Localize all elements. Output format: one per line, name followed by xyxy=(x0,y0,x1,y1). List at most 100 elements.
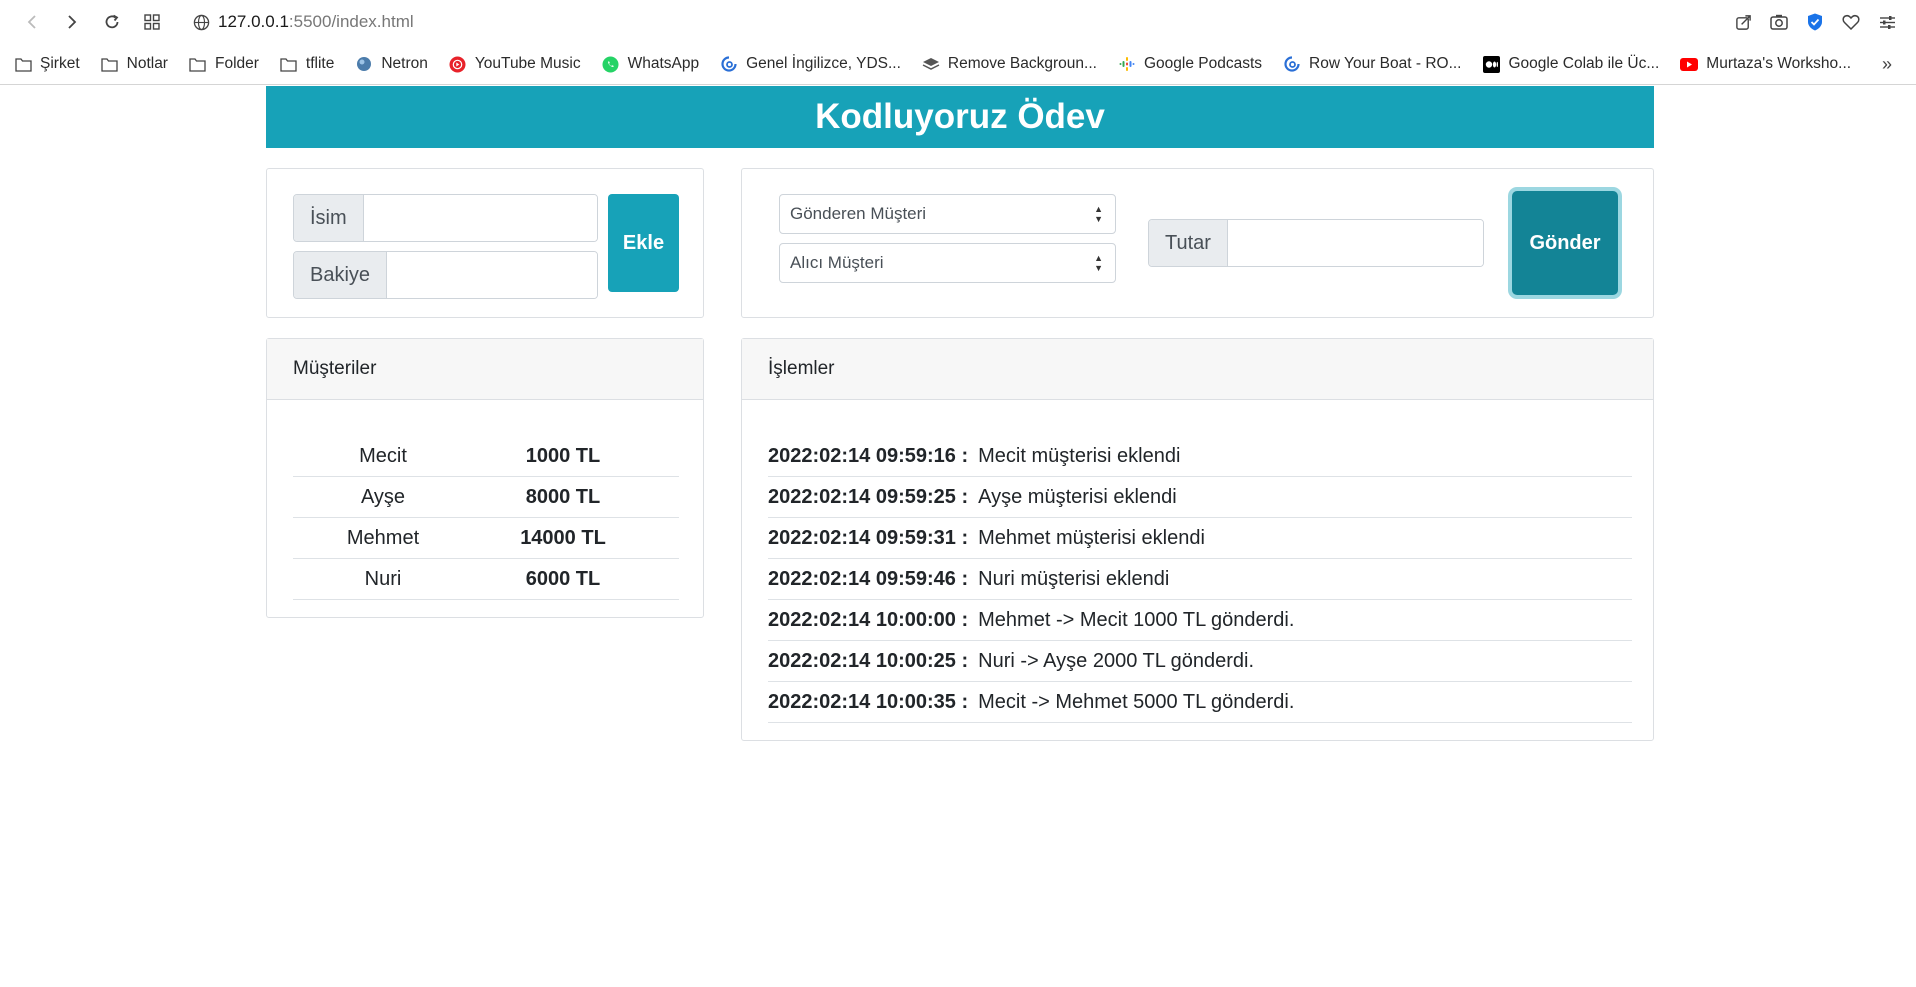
transaction-text: Nuri müşterisi eklendi xyxy=(978,567,1170,590)
folder-icon xyxy=(189,55,207,73)
netron-icon xyxy=(355,55,373,73)
balance-input[interactable] xyxy=(387,252,597,298)
name-input-group: İsim xyxy=(293,194,598,242)
customer-row: Mehmet 14000 TL xyxy=(293,518,679,559)
heart-icon[interactable] xyxy=(1840,11,1862,33)
bookmark-label: WhatsApp xyxy=(627,55,700,72)
settings-sliders-icon[interactable] xyxy=(1876,11,1898,33)
select-caret-icon: ▲ ▼ xyxy=(1094,204,1103,224)
grid-icon xyxy=(144,14,160,30)
balance-label: Bakiye xyxy=(294,252,388,298)
medium-icon xyxy=(1483,55,1501,73)
bookmark-item[interactable]: Notlar xyxy=(101,55,168,73)
browser-toolbar: 127.0.0.1:5500/index.html xyxy=(0,0,1916,44)
back-arrow-icon xyxy=(27,15,36,29)
forward-button[interactable] xyxy=(52,6,92,38)
name-label: İsim xyxy=(294,195,364,241)
transaction-timestamp: 2022:02:14 09:59:16 : xyxy=(768,444,969,467)
transaction-timestamp: 2022:02:14 09:59:31 : xyxy=(768,526,969,549)
camera-icon[interactable] xyxy=(1768,11,1790,33)
customers-card: Müşteriler Mecit 1000 TL Ayşe 8000 TL Mehmet… xyxy=(266,338,704,618)
bookmark-item[interactable]: Google Podcasts xyxy=(1118,55,1262,73)
customer-row: Ayşe 8000 TL xyxy=(293,477,679,518)
back-button[interactable] xyxy=(12,6,52,38)
site-icon xyxy=(720,55,738,73)
customer-balance: 8000 TL xyxy=(525,485,601,508)
bookmark-label: Remove Backgroun... xyxy=(947,55,1097,72)
transaction-row: 2022:02:14 09:59:46 : Nuri müşterisi ekle… xyxy=(768,559,1632,600)
bookmark-item[interactable]: Murtaza's Worksho... xyxy=(1680,55,1851,73)
bookmark-label: Google Colab ile Üc... xyxy=(1508,55,1660,72)
customer-name: Ayşe xyxy=(360,485,406,508)
bookmark-label: Row Your Boat - RO... xyxy=(1309,55,1462,72)
balance-input-group: Bakiye xyxy=(293,251,598,299)
transactions-header: İşlemler xyxy=(742,339,1653,400)
customer-row: Mecit 1000 TL xyxy=(293,436,679,477)
share-icon[interactable] xyxy=(1732,11,1754,33)
transaction-text: Mecit müşterisi eklendi xyxy=(978,444,1181,467)
bookmark-item[interactable]: Folder xyxy=(189,55,259,73)
bookmark-label: YouTube Music xyxy=(474,55,581,72)
bookmark-item[interactable]: Genel İngilizce, YDS... xyxy=(720,55,901,73)
select-caret-icon: ▲ ▼ xyxy=(1094,253,1103,273)
name-input[interactable] xyxy=(363,195,597,241)
podcasts-icon xyxy=(1118,55,1136,73)
bookmark-item[interactable]: Şirket xyxy=(14,55,80,73)
amount-input[interactable] xyxy=(1227,220,1483,266)
add-customer-button[interactable]: Ekle xyxy=(608,194,679,292)
amount-input-group: Tutar xyxy=(1148,219,1484,267)
address-bar[interactable]: 127.0.0.1:5500/index.html xyxy=(184,12,414,32)
transaction-row: 2022:02:14 10:00:00 : Mehmet -> Mecit 100… xyxy=(768,600,1632,641)
transaction-timestamp: 2022:02:14 10:00:25 : xyxy=(768,649,969,672)
customers-table: Mecit 1000 TL Ayşe 8000 TL Mehmet 14000 TL Nur… xyxy=(293,436,679,600)
bookmark-label: Murtaza's Worksho... xyxy=(1706,55,1852,72)
url-path: :5500/index.html xyxy=(288,12,414,31)
bookmark-item[interactable]: Remove Backgroun... xyxy=(922,55,1097,73)
receiver-select[interactable]: Alıcı Müşteri ▲ ▼ xyxy=(779,243,1116,283)
bookmark-label: Şirket xyxy=(40,55,80,72)
more-bookmarks-icon[interactable]: » xyxy=(1882,54,1902,75)
site-icon xyxy=(1283,55,1301,73)
customer-name: Mecit xyxy=(359,444,407,467)
bookmark-item[interactable]: Netron xyxy=(355,55,428,73)
sender-select-value: Gönderen Müşteri xyxy=(790,204,927,223)
bookmark-label: Genel İngilizce, YDS... xyxy=(746,55,901,72)
folder-icon xyxy=(280,55,298,73)
bookmark-item[interactable]: YouTube Music xyxy=(449,55,581,73)
bookmark-item[interactable]: WhatsApp xyxy=(602,55,700,73)
url-host: 127.0.0.1 xyxy=(218,12,289,31)
sender-select[interactable]: Gönderen Müşteri ▲ ▼ xyxy=(779,194,1116,234)
bookmark-item[interactable]: Google Colab ile Üc... xyxy=(1483,55,1660,73)
customer-balance: 1000 TL xyxy=(525,444,601,467)
reload-button[interactable] xyxy=(92,6,132,38)
send-button[interactable]: Gönder xyxy=(1512,191,1618,295)
shield-icon[interactable] xyxy=(1804,11,1826,33)
customers-header: Müşteriler xyxy=(267,339,703,400)
transaction-text: Mehmet müşterisi eklendi xyxy=(978,526,1205,549)
bookmark-label: Notlar xyxy=(126,55,168,72)
transaction-text: Mehmet -> Mecit 1000 TL gönderdi. xyxy=(978,608,1295,631)
transfer-card: Gönderen Müşteri ▲ ▼ Alıcı Müşteri ▲ ▼ Tut… xyxy=(741,168,1654,318)
forward-arrow-icon xyxy=(68,15,77,29)
folder-icon xyxy=(101,55,119,73)
layers-icon xyxy=(922,55,940,73)
transaction-timestamp: 2022:02:14 10:00:00 : xyxy=(768,608,969,631)
page-title: Kodluyoruz Ödev xyxy=(266,86,1654,148)
bookmark-item[interactable]: Row Your Boat - RO... xyxy=(1283,55,1462,73)
reload-icon xyxy=(105,14,119,29)
tab-grid-button[interactable] xyxy=(132,6,172,38)
customer-balance: 6000 TL xyxy=(525,567,601,590)
transaction-timestamp: 2022:02:14 09:59:46 : xyxy=(768,567,969,590)
transaction-row: 2022:02:14 09:59:31 : Mehmet müşterisi ek… xyxy=(768,518,1632,559)
folder-icon xyxy=(14,55,32,73)
bookmark-label: Folder xyxy=(214,55,259,72)
bookmark-item[interactable]: tflite xyxy=(280,55,334,73)
transaction-row: 2022:02:14 09:59:16 : Mecit müşterisi ekl… xyxy=(768,436,1632,477)
bookmark-label: tflite xyxy=(305,55,335,72)
customer-balance: 14000 TL xyxy=(520,526,606,549)
youtube-music-icon xyxy=(449,55,467,73)
youtube-icon xyxy=(1680,55,1699,73)
transaction-row: 2022:02:14 10:00:35 : Mecit -> Mehmet 500… xyxy=(768,682,1632,723)
transaction-row: 2022:02:14 09:59:25 : Ayşe müşterisi ekle… xyxy=(768,477,1632,518)
customer-name: Mehmet xyxy=(346,526,420,549)
